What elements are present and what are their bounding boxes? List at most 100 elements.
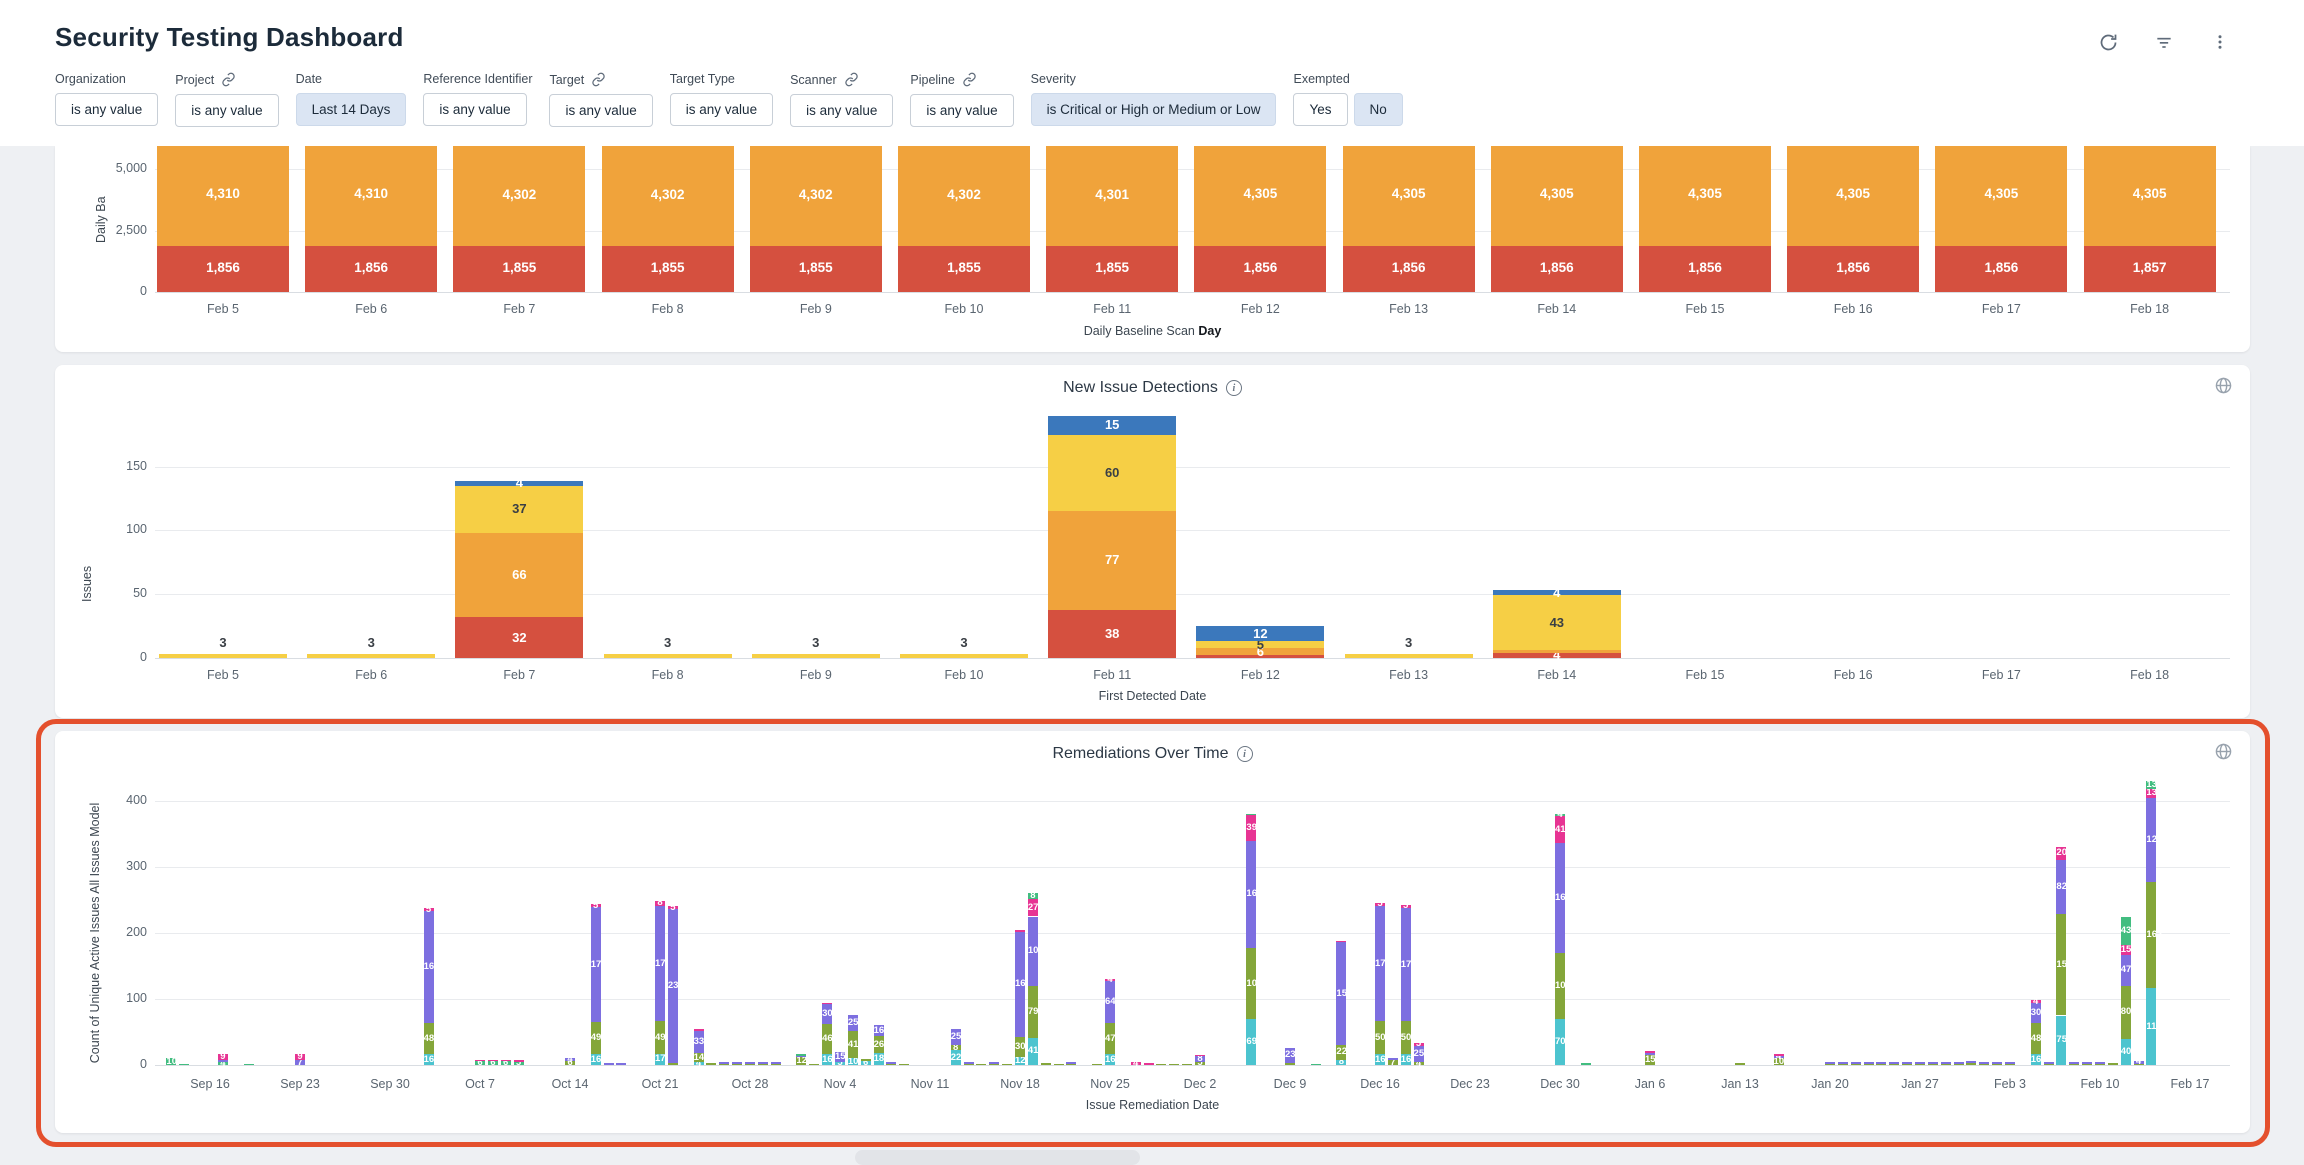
bar-segment-purple[interactable] [2044,1062,2054,1064]
bar-segment-medium[interactable] [604,654,732,658]
bar-segment-purple[interactable]: 175 [1375,906,1385,1022]
bar-segment-mint[interactable] [1581,1063,1591,1065]
bar-segment-medium[interactable] [307,654,435,658]
bar-segment-purple[interactable]: 160 [1015,932,1025,1038]
bar-segment-purple[interactable] [1645,1053,1655,1055]
bar-segment-olive[interactable] [1876,1064,1886,1065]
bar-segment-olive[interactable] [1169,1064,1179,1065]
bar-segment-pink[interactable] [1774,1054,1784,1055]
bar-segment-olive[interactable] [1889,1064,1899,1065]
bar-segment-purple[interactable] [732,1062,742,1063]
bar-segment-purple[interactable]: 25 [951,1029,961,1046]
bar-segment-olive[interactable] [1002,1064,1012,1065]
bar-segment-purple[interactable] [1889,1062,1899,1064]
bar-segment-olive[interactable] [1851,1064,1861,1065]
bar-segment-series-orange[interactable]: 4,301 [1046,146,1178,246]
bar-segment-mint[interactable] [796,1054,806,1056]
bar-segment-olive[interactable] [1092,1064,1102,1065]
bar-segment-critical[interactable]: 38 [1048,610,1176,658]
bar-segment-series-red[interactable]: 1,856 [1787,246,1919,292]
bar-segment-pink[interactable]: 4 [1131,1062,1141,1065]
bar-segment-series-orange[interactable]: 4,305 [1639,146,1771,246]
bar-segment-purple[interactable] [1979,1062,1989,1064]
bar-segment-series-orange[interactable]: 4,302 [602,146,734,246]
bar-segment-olive[interactable] [1838,1064,1848,1065]
bar-segment-purple[interactable]: 4 [1774,1056,1784,1059]
bar-segment-teal[interactable]: 16 [591,1054,601,1065]
bar-segment-olive[interactable]: 8 [951,1045,961,1050]
bar-segment-purple[interactable] [1966,1061,1976,1063]
bar-segment-purple[interactable]: 33 [694,1031,704,1053]
bar-segment-purple[interactable]: 166 [1555,843,1565,953]
bar-segment-mint[interactable]: 10 [166,1058,176,1065]
bar-segment-pink[interactable] [1144,1063,1154,1065]
bar-segment-purple[interactable]: 16 [874,1025,884,1036]
bar-segment-olive[interactable] [899,1064,909,1065]
bar-segment-purple[interactable] [1838,1062,1848,1064]
bar-segment-purple[interactable]: 47 [2121,955,2131,986]
bar-segment-purple[interactable] [796,1056,806,1057]
bar-segment-olive[interactable] [1864,1064,1874,1065]
bar-segment-purple[interactable] [1941,1062,1951,1064]
bar-segment-teal[interactable]: 41 [1028,1038,1038,1065]
bar-segment-purple[interactable] [1992,1062,2002,1064]
bar-segment-high[interactable] [1493,650,1621,653]
bar-segment-series-orange[interactable]: 4,305 [2084,146,2216,246]
bar-segment-olive[interactable] [1941,1064,1951,1065]
bar-segment-series-red[interactable]: 1,855 [750,246,882,292]
bar-segment-low[interactable]: 4 [455,481,583,486]
filter-chip-project[interactable]: is any value [175,94,278,127]
bar-segment-pink[interactable]: 5 [1401,905,1411,908]
bar-segment-teal[interactable]: 5 [835,1062,845,1065]
bar-segment-mint[interactable] [179,1064,189,1065]
bar-segment-purple[interactable] [1825,1062,1835,1064]
bar-segment-pink[interactable]: 15 [2121,945,2131,955]
bar-segment-purple[interactable]: 233 [668,909,678,1063]
bar-segment-olive[interactable]: 49 [655,1021,665,1053]
bar-segment-mint[interactable]: 6 [475,1061,485,1065]
bar-segment-olive[interactable] [1966,1063,1976,1065]
filter-chip-target-type[interactable]: is any value [670,93,773,126]
bar-segment-olive[interactable] [809,1064,819,1065]
bar-segment-olive[interactable]: 50 [1375,1021,1385,1054]
filter-chip-pipeline[interactable]: is any value [910,94,1013,127]
bar-segment-purple[interactable]: 169 [424,911,434,1023]
bar-segment-pink[interactable]: 9 [295,1054,305,1060]
bar-segment-olive[interactable]: 48 [424,1023,434,1055]
bar-segment-pink[interactable]: 41 [1555,816,1565,843]
bar-segment-mint[interactable]: 6 [501,1061,511,1065]
bar-segment-pink[interactable] [1336,941,1346,942]
bar-segment-purple[interactable]: 15 [835,1052,845,1062]
bar-segment-low[interactable]: 4 [1493,590,1621,595]
bar-segment-medium[interactable]: 60 [1048,435,1176,512]
bar-segment-olive[interactable] [771,1064,781,1065]
bar-segment-olive[interactable]: 79 [1028,986,1038,1038]
bar-segment-olive[interactable]: 26 [874,1036,884,1053]
bar-segment-olive[interactable] [1735,1063,1745,1065]
bar-segment-teal[interactable]: 16 [822,1054,832,1065]
bar-segment-olive[interactable]: 30 [1015,1037,1025,1057]
filter-chip-reference-identifier[interactable]: is any value [423,93,526,126]
bar-segment-purple[interactable] [771,1062,781,1063]
bar-segment-mint[interactable]: 4 [218,1062,228,1065]
bar-segment-purple[interactable]: 82 [2056,860,2066,914]
filter-chip-target[interactable]: is any value [549,94,652,127]
bar-segment-series-red[interactable]: 1,856 [157,246,289,292]
bar-segment-pink[interactable] [694,1029,704,1031]
bar-segment-mint[interactable]: 13 [2146,781,2156,790]
bar-segment-mint[interactable]: 43 [2121,917,2131,945]
bar-segment-mint[interactable]: 6 [488,1061,498,1065]
bar-segment-olive[interactable]: 47 [1105,1023,1115,1054]
bar-segment-olive[interactable]: 162 [2146,882,2156,989]
bar-segment-pink[interactable]: 5 [591,904,601,907]
bar-segment-pink[interactable] [501,1060,511,1061]
bar-segment-pink[interactable]: 5 [1414,1043,1424,1046]
bar-segment-olive[interactable]: 12 [796,1057,806,1065]
bar-segment-olive[interactable] [1902,1064,1912,1065]
bar-segment-series-orange[interactable]: 4,305 [1491,146,1623,246]
filter-chip-exempted-no[interactable]: No [1354,93,1403,126]
bar-segment-olive[interactable] [732,1064,742,1065]
bar-segment-olive[interactable] [1156,1064,1166,1065]
bar-segment-teal[interactable]: 16 [2031,1054,2041,1065]
filter-chip-organization[interactable]: is any value [55,93,158,126]
